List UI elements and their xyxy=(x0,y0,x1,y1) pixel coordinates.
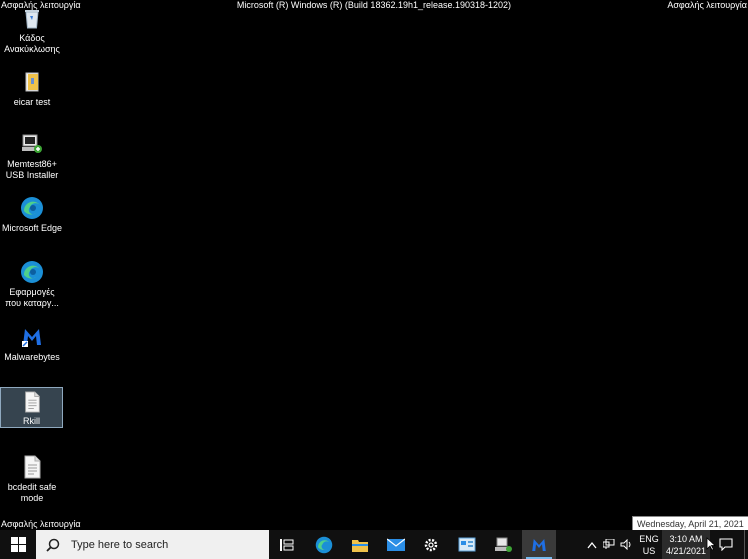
clock-date: 4/21/2021 xyxy=(665,546,707,556)
desktop-icon-label: bcdedit safe xyxy=(7,482,57,492)
edge-icon xyxy=(315,536,333,553)
desktop-icon-label: USB Installer xyxy=(5,170,59,180)
desktop-icon-label: Malwarebytes xyxy=(4,352,60,362)
control-panel-icon xyxy=(458,537,476,551)
task-view-button[interactable] xyxy=(270,530,304,559)
mail-icon xyxy=(387,538,405,551)
region-code: US xyxy=(642,546,656,556)
desktop-icon-memtest[interactable]: Memtest86+ USB Installer xyxy=(0,132,64,181)
taskbar-control-panel[interactable] xyxy=(450,530,484,559)
notifications-icon xyxy=(719,538,733,551)
safe-mode-watermark-bottom-left: Ασφαλής λειτουργία xyxy=(1,519,81,529)
taskbar-usb-installer[interactable] xyxy=(486,530,520,559)
volume-icon[interactable] xyxy=(620,539,632,550)
show-desktop-button[interactable] xyxy=(744,530,748,559)
windows-logo-icon xyxy=(10,537,26,552)
desktop-icon-malwarebytes[interactable]: Malwarebytes xyxy=(0,325,64,363)
start-button[interactable] xyxy=(0,530,36,559)
taskbar-mail[interactable] xyxy=(379,530,413,559)
language-code: ENG xyxy=(639,534,659,544)
task-view-icon xyxy=(280,538,294,551)
search-placeholder: Type here to search xyxy=(71,538,169,551)
search-icon xyxy=(46,538,60,552)
build-watermark: Microsoft (R) Windows (R) (Build 18362.1… xyxy=(236,0,512,10)
desktop-icon-edge[interactable]: Microsoft Edge xyxy=(0,196,64,234)
usb-installer-icon xyxy=(495,537,512,552)
system-tray xyxy=(587,530,632,559)
taskbar-edge[interactable] xyxy=(307,530,341,559)
desktop-icon-label: Εφαρμογές xyxy=(9,287,55,297)
desktop-icon-label: Κάδος xyxy=(19,33,45,43)
taskbar-malwarebytes[interactable] xyxy=(522,530,556,559)
desktop-icon-edge-apps[interactable]: Εφαρμογές που καταργ... xyxy=(0,260,64,309)
action-center-button[interactable] xyxy=(712,530,740,559)
malwarebytes-icon xyxy=(20,325,44,349)
desktop-icon-eicar-test[interactable]: eicar test xyxy=(0,70,64,108)
taskbar-file-explorer[interactable] xyxy=(343,530,377,559)
recycle-bin-icon xyxy=(20,6,44,30)
chevron-up-icon[interactable] xyxy=(587,541,597,549)
taskbar-settings[interactable] xyxy=(414,530,448,559)
taskbar-search-box[interactable]: Type here to search xyxy=(36,530,269,559)
clock-time: 3:10 AM xyxy=(669,534,703,544)
taskbar: Type here to search ENG US 3:10 AM 4/21/… xyxy=(0,530,748,559)
edge-apps-icon xyxy=(20,260,44,284)
taskbar-clock[interactable]: 3:10 AM 4/21/2021 xyxy=(662,530,710,559)
desktop-icon-bcdedit[interactable]: bcdedit safe mode xyxy=(0,455,64,504)
document-icon xyxy=(20,455,44,479)
input-language-indicator[interactable]: ENG US xyxy=(638,530,660,559)
file-explorer-icon xyxy=(352,539,368,552)
edge-icon xyxy=(20,196,44,220)
desktop-icon-label: eicar test xyxy=(13,97,51,107)
folder-icon xyxy=(20,70,44,94)
desktop-icon-rkill[interactable]: Rkill xyxy=(0,387,63,428)
safe-mode-watermark-top-right: Ασφαλής λειτουργία xyxy=(667,0,747,10)
desktop-icon-label: Ανακύκλωσης xyxy=(4,44,60,54)
desktop[interactable]: Ασφαλής λειτουργία Microsoft (R) Windows… xyxy=(0,0,748,532)
document-icon xyxy=(20,391,44,413)
network-icon[interactable] xyxy=(603,539,615,550)
installer-icon xyxy=(20,132,44,156)
desktop-icon-label: Memtest86+ xyxy=(7,159,57,169)
malwarebytes-icon xyxy=(532,538,546,551)
desktop-icon-label: Rkill xyxy=(23,416,40,426)
desktop-icon-label: που καταργ... xyxy=(5,298,59,308)
desktop-icon-label: Microsoft Edge xyxy=(1,223,63,233)
desktop-icon-label: mode xyxy=(20,493,44,503)
settings-icon xyxy=(424,538,438,551)
desktop-icon-recycle-bin[interactable]: Κάδος Ανακύκλωσης xyxy=(0,6,64,55)
